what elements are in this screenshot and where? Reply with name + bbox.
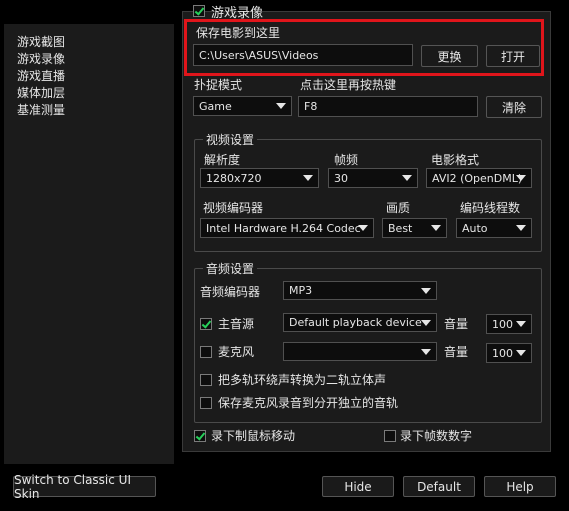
main-source-checkbox[interactable] [200,318,212,330]
chevron-down-icon [516,350,526,356]
chevron-down-icon [516,321,526,327]
record-fps-label: 录下帧数数字 [400,429,473,443]
resolution-value: 1280x720 [206,171,262,185]
chevron-down-icon [431,225,441,231]
quality-select[interactable]: Best [382,218,447,238]
audio-settings-title: 音频设置 [203,260,258,277]
chevron-down-icon [516,175,526,181]
multitrack-checkbox[interactable] [200,374,212,386]
multitrack-label: 把多轨环绕声转换为二轨立体声 [218,373,387,387]
main-source-label: 主音源 [218,317,255,331]
classic-skin-button[interactable]: Switch to Classic UI Skin [13,473,156,501]
mic-label: 麦克风 [218,345,255,359]
chevron-down-icon [276,103,286,109]
encoder-select[interactable]: Intel Hardware H.264 Codec [200,218,374,238]
audio-codec-label: 音频编码器 [200,285,261,299]
hotkey-label: 点击这里再按热键 [300,78,397,92]
enable-movies-checkbox[interactable] [193,5,205,17]
main-source-value: Default playback device [289,316,422,329]
mic-select[interactable] [283,342,437,361]
fps-label: 帧频 [334,153,359,167]
audio-codec-value: MP3 [289,284,313,297]
capture-mode-label: 扑捉模式 [194,78,243,92]
clear-hotkey-button[interactable]: 清除 [486,96,542,118]
main-volume-value: 100 [492,317,513,331]
sidebar-item-streaming[interactable]: 游戏直播 [17,68,65,85]
mic-volume-select[interactable]: 100 [486,343,532,363]
separate-mic-label: 保存麦克风录音到分开独立的音轨 [218,396,399,410]
mic-volume-value: 100 [492,346,513,360]
fps-select[interactable]: 30 [328,168,418,188]
record-fps-checkbox[interactable] [384,430,396,442]
chevron-down-icon [516,225,526,231]
threads-label: 编码线程数 [460,201,521,215]
main-source-select[interactable]: Default playback device [283,313,437,332]
chevron-down-icon [421,319,431,326]
chevron-down-icon [421,287,431,294]
record-mouse-checkbox[interactable] [194,430,206,442]
audio-codec-select[interactable]: MP3 [283,281,437,300]
default-button[interactable]: Default [403,476,475,497]
sidebar-item-overlay[interactable]: 媒体加层 [17,85,65,102]
highlight-box [184,19,544,76]
encoder-label: 视频编码器 [203,201,264,215]
mic-checkbox[interactable] [200,346,212,358]
mic-volume-label: 音量 [444,345,469,359]
format-label: 电影格式 [431,153,480,167]
chevron-down-icon [421,348,431,355]
quality-label: 画质 [386,201,411,215]
hotkey-field[interactable]: F8 [298,96,478,117]
hide-button[interactable]: Hide [322,476,394,497]
separate-mic-checkbox[interactable] [200,397,212,409]
record-mouse-label: 录下制鼠标移动 [211,429,296,443]
sidebar-item-benchmark[interactable]: 基准测量 [17,102,65,119]
resolution-label: 解析度 [204,153,241,167]
chevron-down-icon [358,225,368,231]
help-button[interactable]: Help [484,476,556,497]
main-volume-label: 音量 [444,317,469,331]
quality-value: Best [388,221,413,235]
chevron-down-icon [402,175,412,181]
chevron-down-icon [303,175,313,181]
threads-select[interactable]: Auto [456,218,532,238]
fps-value: 30 [334,171,348,185]
encoder-value: Intel Hardware H.264 Codec [206,221,361,235]
sidebar-item-movies[interactable]: 游戏录像 [17,51,65,68]
threads-value: Auto [462,221,488,235]
resolution-select[interactable]: 1280x720 [200,168,319,188]
sidebar-item-screenshots[interactable]: 游戏截图 [17,34,65,51]
capture-mode-value: Game [199,99,232,113]
video-settings-title: 视频设置 [203,131,258,148]
format-select[interactable]: AVI2 (OpenDML) [426,168,532,188]
main-volume-select[interactable]: 100 [486,314,532,334]
format-value: AVI2 (OpenDML) [432,171,523,185]
capture-mode-select[interactable]: Game [193,96,292,116]
